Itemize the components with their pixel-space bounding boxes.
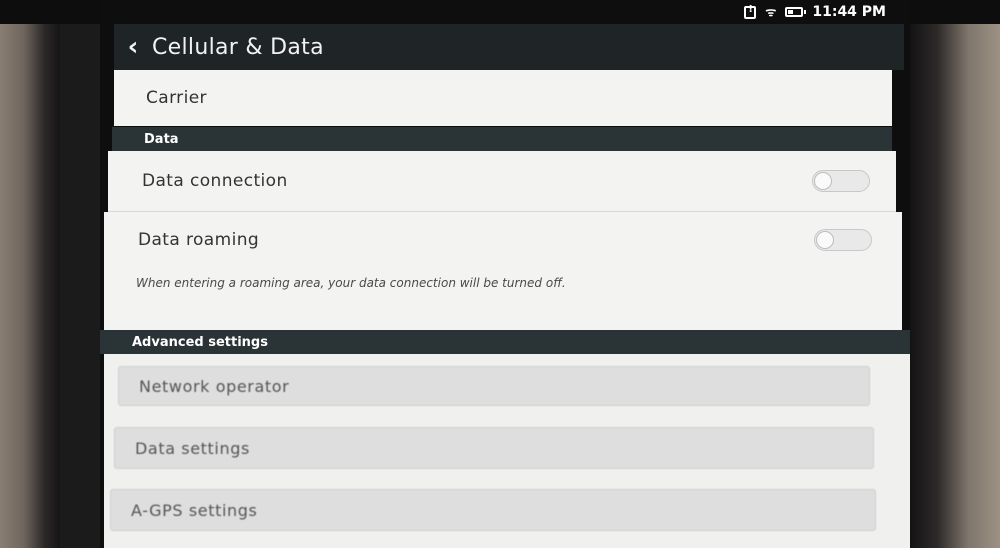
device-screen: ᯤ 11:44 PM ‹ Cellular & Data Carrier Dat… [100, 0, 910, 548]
data-roaming-item[interactable]: Data roaming When entering a roaming are… [104, 212, 902, 330]
data-roaming-note: When entering a roaming area, your data … [136, 276, 566, 290]
status-bar: ᯤ 11:44 PM [100, 0, 910, 24]
status-clock: 11:44 PM [812, 4, 886, 20]
data-roaming-toggle[interactable] [814, 229, 872, 251]
section-title-advanced: Advanced settings [132, 334, 268, 350]
data-connection-label: Data connection [142, 171, 288, 191]
advanced-settings-list: Network operator Data settings A-GPS set… [104, 354, 910, 548]
data-settings-label: Data settings [135, 438, 250, 458]
battery-icon [785, 7, 807, 17]
sim-alert-icon [744, 4, 757, 19]
carrier-label: Carrier [146, 88, 207, 108]
section-header-data: Data [112, 127, 892, 151]
data-connection-toggle[interactable] [812, 170, 870, 192]
section-title-data: Data [144, 131, 179, 147]
chevron-left-icon[interactable]: ‹ [118, 32, 148, 62]
data-roaming-label: Data roaming [138, 230, 260, 250]
device-bezel-right [910, 0, 1000, 548]
data-connection-item[interactable]: Data connection [108, 151, 896, 211]
page-title: Cellular & Data [152, 34, 324, 60]
wifi-icon: ᯤ [765, 5, 777, 19]
carrier-item[interactable]: Carrier [114, 70, 892, 126]
device-bezel-left [0, 0, 60, 548]
agps-settings-label: A-GPS settings [131, 500, 258, 520]
network-operator-label: Network operator [139, 376, 290, 396]
network-operator-button[interactable]: Network operator [118, 366, 870, 406]
data-settings-button[interactable]: Data settings [114, 427, 874, 469]
app-header: ‹ Cellular & Data [114, 24, 904, 70]
agps-settings-button[interactable]: A-GPS settings [110, 489, 876, 531]
section-header-advanced: Advanced settings [100, 330, 910, 354]
